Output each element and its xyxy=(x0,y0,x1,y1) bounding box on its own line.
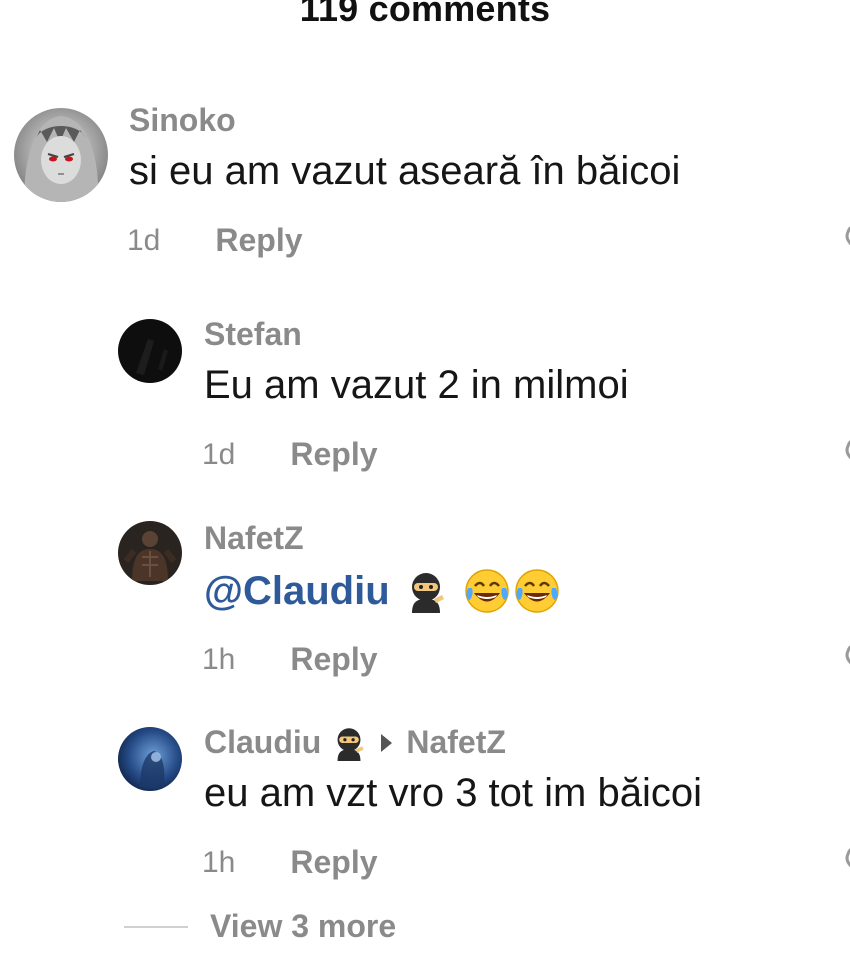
reply-button[interactable]: Reply xyxy=(290,436,377,473)
comment-text: si eu am vazut aseară în băicoi xyxy=(129,149,681,193)
comment-timestamp: 1d xyxy=(127,223,161,257)
comment-text: @Claudiu xyxy=(204,566,562,616)
username-text[interactable]: Stefan xyxy=(204,316,302,353)
heart-icon[interactable] xyxy=(838,641,850,675)
comment-meta: 1d Reply xyxy=(127,222,303,259)
username-text[interactable]: Claudiu xyxy=(204,724,321,761)
ninja-emoji-icon xyxy=(411,573,444,613)
comment-username[interactable]: Stefan xyxy=(204,316,302,353)
reply-to-username[interactable]: NafetZ xyxy=(406,724,506,761)
avatar[interactable] xyxy=(118,521,182,585)
heart-icon[interactable] xyxy=(838,222,850,256)
comment-text: eu am vzt vro 3 tot im băicoi xyxy=(204,771,702,815)
comment-username[interactable]: NafetZ xyxy=(204,520,304,557)
avatar[interactable] xyxy=(118,319,182,383)
comment-username: Claudiu NafetZ xyxy=(204,724,506,761)
comments-count-title: 119 comments xyxy=(299,0,551,29)
divider-line xyxy=(124,925,188,928)
view-more-replies-button[interactable]: View 3 more xyxy=(124,908,396,945)
tears-of-joy-icon xyxy=(464,569,509,613)
ninja-emoji-icon xyxy=(337,727,365,761)
username-text[interactable]: Sinoko xyxy=(129,102,236,139)
heart-icon[interactable] xyxy=(838,436,850,470)
comment-text: Eu am vazut 2 in milmoi xyxy=(204,363,629,407)
reply-button[interactable]: Reply xyxy=(290,844,377,881)
avatar[interactable] xyxy=(14,108,108,202)
comment-meta: 1h Reply xyxy=(202,844,378,881)
view-more-label[interactable]: View 3 more xyxy=(210,908,396,945)
reply-arrow-icon xyxy=(381,733,393,752)
heart-icon[interactable] xyxy=(838,844,850,878)
reply-button[interactable]: Reply xyxy=(215,222,302,259)
comment-meta: 1h Reply xyxy=(202,641,378,678)
comment-timestamp: 1h xyxy=(202,642,236,676)
avatar[interactable] xyxy=(118,727,182,791)
reply-button[interactable]: Reply xyxy=(290,641,377,678)
username-text[interactable]: NafetZ xyxy=(204,520,304,557)
comment-timestamp: 1h xyxy=(202,845,236,879)
tears-of-joy-icon xyxy=(514,569,559,613)
comment-meta: 1d Reply xyxy=(202,436,378,473)
comment-username[interactable]: Sinoko xyxy=(129,102,236,139)
mention-link[interactable]: @Claudiu xyxy=(204,569,390,614)
comment-timestamp: 1d xyxy=(202,437,236,471)
